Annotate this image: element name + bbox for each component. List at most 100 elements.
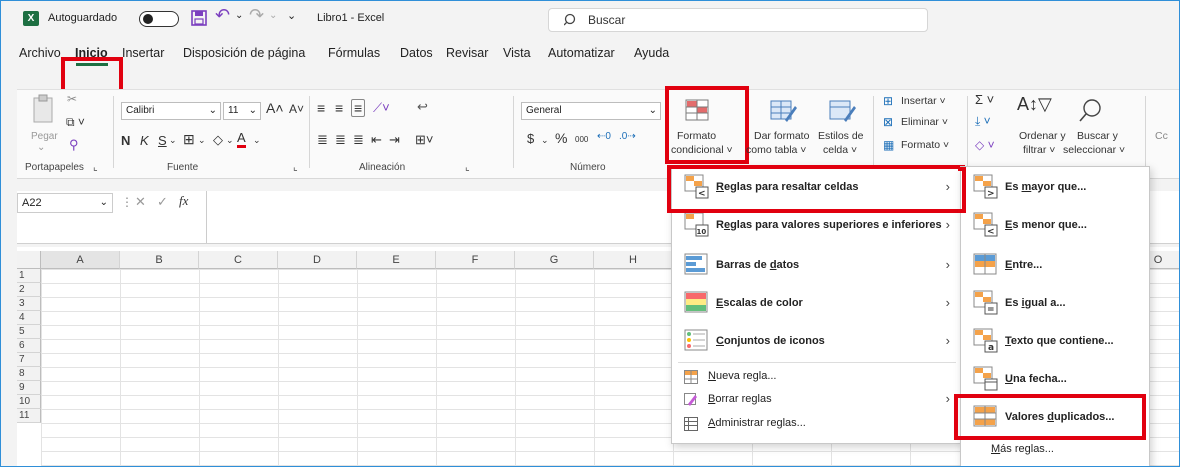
column-header-h[interactable]: H (594, 251, 673, 269)
currency-button[interactable]: $ (527, 131, 534, 146)
grow-font-icon[interactable]: A˄ (266, 100, 284, 116)
font-size-combo[interactable]: 11 ⌄ (223, 102, 261, 120)
tab-datos[interactable]: Datos (400, 46, 433, 60)
submenu-item-greater-than[interactable]: > Es mayor que... (961, 169, 1149, 207)
submenu-item-equal-to[interactable]: = Es igual a... (961, 285, 1149, 323)
menu-item-clear-rules[interactable]: Borrar reglas › (672, 389, 962, 411)
font-color-icon[interactable]: A (237, 131, 246, 148)
row-header-9[interactable]: 9 (17, 381, 41, 395)
submenu-item-text-contains[interactable]: a Texto que contiene... (961, 323, 1149, 361)
percent-button[interactable]: % (555, 130, 567, 146)
row-header-3[interactable]: 3 (17, 297, 41, 311)
insert-cells-icon[interactable]: ⊞ (883, 94, 893, 108)
clipboard-launcher-icon[interactable]: ⌞ (93, 162, 98, 173)
row-header-2[interactable]: 2 (17, 283, 41, 297)
column-header-c[interactable]: C (199, 251, 278, 269)
underline-button[interactable]: S (158, 133, 167, 148)
row-header-6[interactable]: 6 (17, 339, 41, 353)
column-header-e[interactable]: E (357, 251, 436, 269)
borders-icon[interactable]: ⊞ (183, 131, 195, 148)
currency-dropdown-icon[interactable]: ⌄ (541, 135, 549, 146)
copy-icon[interactable]: ⧉ ˅ (66, 115, 85, 130)
paste-icon[interactable] (31, 94, 57, 126)
format-as-table-label-2[interactable]: como tabla ˅ (746, 144, 806, 156)
delete-cells-button[interactable]: Eliminar ˅ (901, 116, 948, 128)
undo-icon[interactable]: ↶ (215, 5, 230, 26)
alignment-launcher-icon[interactable]: ⌞ (465, 162, 470, 173)
cell-styles-label-1[interactable]: Estilos de (818, 130, 864, 142)
column-header-a[interactable]: A (41, 251, 120, 269)
redo-icon[interactable]: ↷ (249, 5, 264, 26)
submenu-item-between[interactable]: Entre... (961, 247, 1149, 285)
submenu-item-less-than[interactable]: < Es menor que... (961, 207, 1149, 245)
align-left-icon[interactable]: ≣ (317, 132, 328, 148)
format-as-table-label-1[interactable]: Dar formato (754, 130, 809, 142)
column-header-g[interactable]: G (515, 251, 594, 269)
find-select-label-2[interactable]: seleccionar ˅ (1063, 144, 1125, 156)
thousands-button[interactable]: 000 (575, 135, 588, 144)
delete-cells-icon[interactable]: ⊠ (883, 115, 893, 129)
menu-item-icon-sets[interactable]: Conjuntos de iconos › (672, 323, 962, 361)
tab-automatizar[interactable]: Automatizar (548, 46, 615, 60)
row-header-10[interactable]: 10 (17, 395, 41, 409)
increase-indent-icon[interactable]: ⇥ (389, 132, 400, 148)
underline-dropdown-icon[interactable]: ⌄ (169, 135, 177, 146)
redo-dropdown-icon[interactable]: ⌄ (269, 10, 277, 21)
fill-icon[interactable]: ⤓ ˅ (975, 114, 991, 129)
insert-cells-button[interactable]: Insertar ˅ (901, 95, 946, 107)
font-name-dropdown-icon[interactable]: ⌄ (209, 103, 217, 119)
autosum-button[interactable]: Σ ˅ (975, 92, 994, 107)
increase-decimal-icon[interactable]: ⇠0 (597, 131, 611, 142)
font-color-dropdown-icon[interactable]: ⌄ (253, 135, 261, 146)
fill-color-dropdown-icon[interactable]: ⌄ (226, 135, 234, 146)
tab-formulas[interactable]: Fórmulas (328, 46, 380, 60)
select-all-corner[interactable] (17, 251, 41, 269)
menu-item-data-bars[interactable]: Barras de datos › (672, 247, 962, 285)
sort-filter-label-1[interactable]: Ordenar y (1019, 130, 1066, 142)
shrink-font-icon[interactable]: A˅ (289, 102, 304, 116)
row-header-8[interactable]: 8 (17, 367, 41, 381)
formula-bar-options-icon[interactable]: ⋮ (121, 195, 133, 209)
insert-function-button[interactable]: fx (179, 193, 188, 209)
name-box[interactable]: A22 ⌄ (17, 193, 113, 213)
font-size-dropdown-icon[interactable]: ⌄ (249, 103, 257, 119)
decrease-decimal-icon[interactable]: .0⇢ (619, 131, 636, 142)
cut-off-button-label[interactable]: Cc (1155, 130, 1168, 142)
format-cells-button[interactable]: Formato ˅ (901, 139, 949, 151)
bold-button[interactable]: N (121, 133, 130, 148)
align-bottom-icon[interactable]: ≡ (351, 99, 366, 117)
align-center-icon[interactable]: ≣ (335, 132, 346, 148)
format-painter-icon[interactable]: ⚲ (69, 137, 79, 153)
undo-dropdown-icon[interactable]: ⌄ (235, 10, 243, 21)
tab-ayuda[interactable]: Ayuda (634, 46, 669, 60)
row-header-5[interactable]: 5 (17, 325, 41, 339)
cancel-icon[interactable]: ✕ (135, 194, 146, 210)
align-right-icon[interactable]: ≣ (353, 132, 364, 148)
paste-label[interactable]: Pegar (31, 131, 58, 142)
tab-insertar[interactable]: Insertar (122, 46, 164, 60)
orientation-icon[interactable]: ⟋˅ (373, 100, 390, 116)
menu-item-new-rule[interactable]: Nueva regla... (672, 366, 962, 388)
font-name-combo[interactable]: Calibri ⌄ (121, 102, 221, 120)
align-middle-icon[interactable]: ≡ (335, 100, 343, 116)
tab-vista[interactable]: Vista (503, 46, 531, 60)
tab-revisar[interactable]: Revisar (446, 46, 488, 60)
tab-disposicion-de-pagina[interactable]: Disposición de página (183, 46, 305, 60)
wrap-text-icon[interactable]: ↩ (417, 99, 428, 115)
italic-button[interactable]: K (140, 133, 149, 148)
column-header-b[interactable]: B (120, 251, 199, 269)
number-format-combo[interactable]: General ⌄ (521, 102, 661, 120)
sort-filter-label-2[interactable]: filtrar ˅ (1023, 144, 1055, 156)
column-header-f[interactable]: F (436, 251, 515, 269)
cell-styles-label-2[interactable]: celda ˅ (823, 144, 857, 156)
row-header-7[interactable]: 7 (17, 353, 41, 367)
merge-center-icon[interactable]: ⊞˅ (415, 132, 433, 148)
find-select-label-1[interactable]: Buscar y (1077, 130, 1118, 142)
tab-archivo[interactable]: Archivo (19, 46, 61, 60)
row-header-4[interactable]: 4 (17, 311, 41, 325)
search-box[interactable]: Buscar (548, 8, 928, 32)
enter-icon[interactable]: ✓ (157, 194, 168, 210)
row-header-1[interactable]: 1 (17, 269, 41, 283)
fill-color-icon[interactable]: ◇ (213, 132, 223, 148)
qat-customize-icon[interactable]: ⌄ (287, 9, 296, 22)
